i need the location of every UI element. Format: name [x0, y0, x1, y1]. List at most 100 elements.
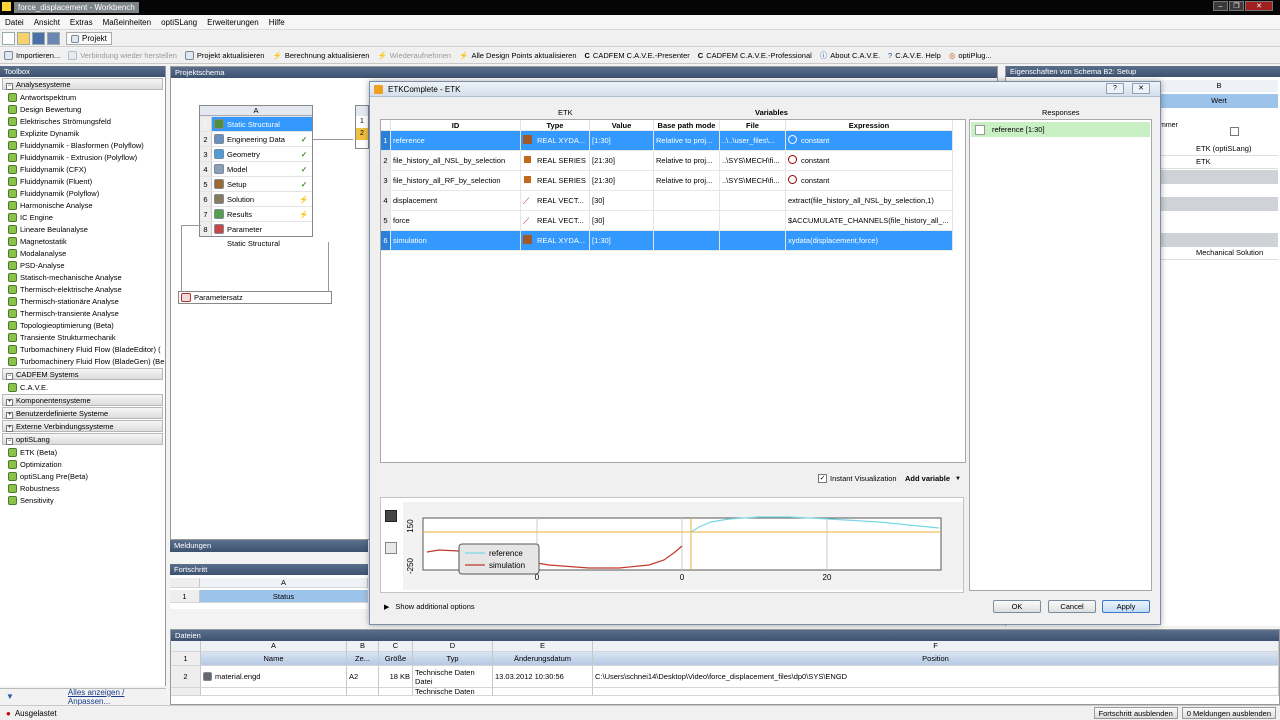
table-row[interactable]: 4 displacement ⟋ REAL VECT... [30] extract(fi… [381, 191, 965, 211]
toolbox-item[interactable]: Thermisch-elektrische Analyse [0, 283, 165, 295]
toolbox-item[interactable]: Robustness [0, 482, 165, 494]
export-icon[interactable] [385, 542, 397, 554]
col-name[interactable]: Name [201, 652, 347, 666]
messages-header[interactable]: Meldungen [170, 540, 368, 552]
cave-professional-button[interactable]: C CADFEM C.A.V.E.-Professional [698, 51, 812, 60]
toolbox-item[interactable]: Thermisch-transiente Analyse [0, 307, 165, 319]
toolbox-item[interactable]: Optimization [0, 458, 165, 470]
menu-erweiterungen[interactable]: Erweiterungen [207, 18, 259, 27]
maximize-icon[interactable]: ❐ [1229, 1, 1244, 11]
toolbox-section[interactable]: + Benutzerdefinierte Systeme [2, 407, 163, 419]
toolbox-section[interactable]: − CADFEM Systems [2, 368, 163, 380]
properties-checkbox[interactable] [1230, 127, 1239, 136]
minimize-icon[interactable]: ‒ [1213, 1, 1228, 11]
save-icon[interactable] [32, 32, 45, 45]
toolbox-item[interactable]: Explizite Dynamik [0, 127, 165, 139]
table-row[interactable]: Technische Daten [171, 688, 1279, 696]
save-as-icon[interactable] [47, 32, 60, 45]
toolbox-item[interactable]: Antwortspektrum [0, 91, 165, 103]
col-file[interactable]: File [720, 120, 786, 131]
col-expression[interactable]: Expression [786, 120, 953, 131]
toolbox-item[interactable]: Harmonische Analyse [0, 199, 165, 211]
toolbox-item[interactable]: Fluiddynamik (Polyflow) [0, 187, 165, 199]
col-id[interactable]: ID [391, 120, 521, 131]
table-row[interactable]: 1 reference REAL XYDA... [1:30] Relative to … [381, 131, 965, 151]
col-date[interactable]: Änderungsdatum [493, 652, 593, 666]
toolbox-section[interactable]: + Komponentensysteme [2, 394, 163, 406]
new-icon[interactable] [2, 32, 15, 45]
dialog-close-icon[interactable]: ✕ [1132, 83, 1150, 94]
update-all-design-points-button[interactable]: ⚡ Alle Design Points aktualisieren [459, 51, 576, 60]
resume-button[interactable]: ⚡ Wiederaufnehmen [377, 51, 451, 60]
col-value[interactable]: Value [590, 120, 654, 131]
system-cell[interactable]: 1 Static Structural [200, 116, 312, 131]
toolbox-item[interactable]: Modalanalyse [0, 247, 165, 259]
cave-presenter-button[interactable]: C CADFEM C.A.V.E.-Presenter [585, 51, 690, 60]
col-base-path-mode[interactable]: Base path mode [654, 120, 720, 131]
collapse-icon[interactable]: − [6, 373, 13, 380]
filter-icon[interactable]: ▼ [6, 692, 14, 701]
toolbox-item[interactable]: Elektrisches Strömungsfeld [0, 115, 165, 127]
update-project-button[interactable]: Projekt aktualisieren [184, 51, 264, 60]
col-type[interactable]: Type [521, 120, 590, 131]
system-cell[interactable]: 5 Setup ✓ [200, 176, 312, 191]
update-calculation-button[interactable]: ⚡ Berechnung aktualisieren [272, 51, 369, 60]
system-cell[interactable]: 2 Engineering Data ✓ [200, 131, 312, 146]
system-cell[interactable]: 8 Parameter [200, 221, 312, 236]
toolbox-item[interactable]: Magnetostatik [0, 235, 165, 247]
col-size[interactable]: Größe [379, 652, 413, 666]
dialog-help-icon[interactable]: ? [1106, 83, 1124, 94]
parameter-set-block[interactable]: Parametersatz [178, 291, 332, 304]
apply-button[interactable]: Apply [1102, 600, 1150, 613]
menu-extras[interactable]: Extras [70, 18, 93, 27]
hide-progress-button[interactable]: Fortschritt ausblenden [1093, 707, 1178, 719]
toolbox-item[interactable]: optiSLang Pre(Beta) [0, 470, 165, 482]
toolbox-item[interactable]: Topologieoptimierung (Beta) [0, 319, 165, 331]
col-position[interactable]: Position [593, 652, 1279, 666]
toolbox-item[interactable]: Sensitivity [0, 494, 165, 506]
toolbox-item[interactable]: PSD-Analyse [0, 259, 165, 271]
menu-optislang[interactable]: optiSLang [161, 18, 197, 27]
system-b-block[interactable]: 1 2 [355, 105, 369, 149]
toolbox-section[interactable]: + Externe Verbindungssysteme [2, 420, 163, 432]
system-cell[interactable]: 4 Model ✓ [200, 161, 312, 176]
plot-type-icon[interactable] [385, 510, 397, 522]
ok-button[interactable]: OK [993, 600, 1041, 613]
about-cave-button[interactable]: ⓘ About C.A.V.E. [820, 50, 880, 61]
properties-value[interactable]: ETK (optiSLang) [1160, 144, 1278, 156]
table-row[interactable]: 6 simulation REAL XYDA... [1:30] xydata(disp… [381, 231, 965, 251]
toolbox-item[interactable]: ETK (Beta) [0, 446, 165, 458]
table-row[interactable]: 3 file_history_all_RF_by_selection REAL SE… [381, 171, 965, 191]
menu-hilfe[interactable]: Hilfe [269, 18, 285, 27]
cancel-button[interactable]: Cancel [1048, 600, 1096, 613]
toolbox-item[interactable]: Turbomachinery Fluid Flow (BladeEditor) … [0, 343, 165, 355]
menu-masseinheiten[interactable]: Maßeinheiten [103, 18, 151, 27]
toolbox-item[interactable]: Fluiddynamik (CFX) [0, 163, 165, 175]
system-a-block[interactable]: A 1 Static Structural 2 Engineering Data ✓ 3 G… [199, 105, 313, 237]
collapse-icon[interactable]: − [6, 438, 13, 445]
system-cell[interactable]: 7 Results ⚡ [200, 206, 312, 221]
table-row[interactable]: 2 material.engd A2 18 KB Technische Date… [171, 666, 1279, 688]
toolbox-section[interactable]: − Analysesysteme [2, 78, 163, 90]
optiplug-button[interactable]: ◎ optiPlug... [949, 51, 992, 60]
toolbox-item[interactable]: Fluiddynamik - Extrusion (Polyflow) [0, 151, 165, 163]
close-icon[interactable]: ✕ [1245, 1, 1273, 11]
col-type[interactable]: Typ [413, 652, 493, 666]
hide-messages-button[interactable]: 0 Meldungen ausblenden [1181, 707, 1276, 719]
project-tab[interactable]: Projekt [66, 32, 112, 45]
add-variable-dropdown[interactable]: Add variable ▼ [905, 474, 961, 483]
toolbox-item[interactable]: Fluiddynamik - Blasformen (Polyflow) [0, 139, 165, 151]
table-row[interactable]: 2 file_history_all_NSL_by_selection REAL S… [381, 151, 965, 171]
collapse-icon[interactable]: − [6, 83, 13, 90]
reconnect-button[interactable]: Verbindung wieder herstellen [68, 51, 177, 60]
menu-ansicht[interactable]: Ansicht [34, 18, 60, 27]
menu-datei[interactable]: Datei [5, 18, 24, 27]
system-cell[interactable]: 6 Solution ⚡ [200, 191, 312, 206]
toolbox-item[interactable]: IC Engine [0, 211, 165, 223]
expand-icon[interactable]: + [6, 412, 13, 419]
toolbox-item[interactable]: Design Bewertung [0, 103, 165, 115]
toolbox-item[interactable]: C.A.V.E. [0, 381, 165, 393]
system-cell[interactable]: 3 Geometry ✓ [200, 146, 312, 161]
toolbox-item[interactable]: Statisch-mechanische Analyse [0, 271, 165, 283]
cave-help-button[interactable]: ? C.A.V.E. Help [888, 51, 941, 60]
